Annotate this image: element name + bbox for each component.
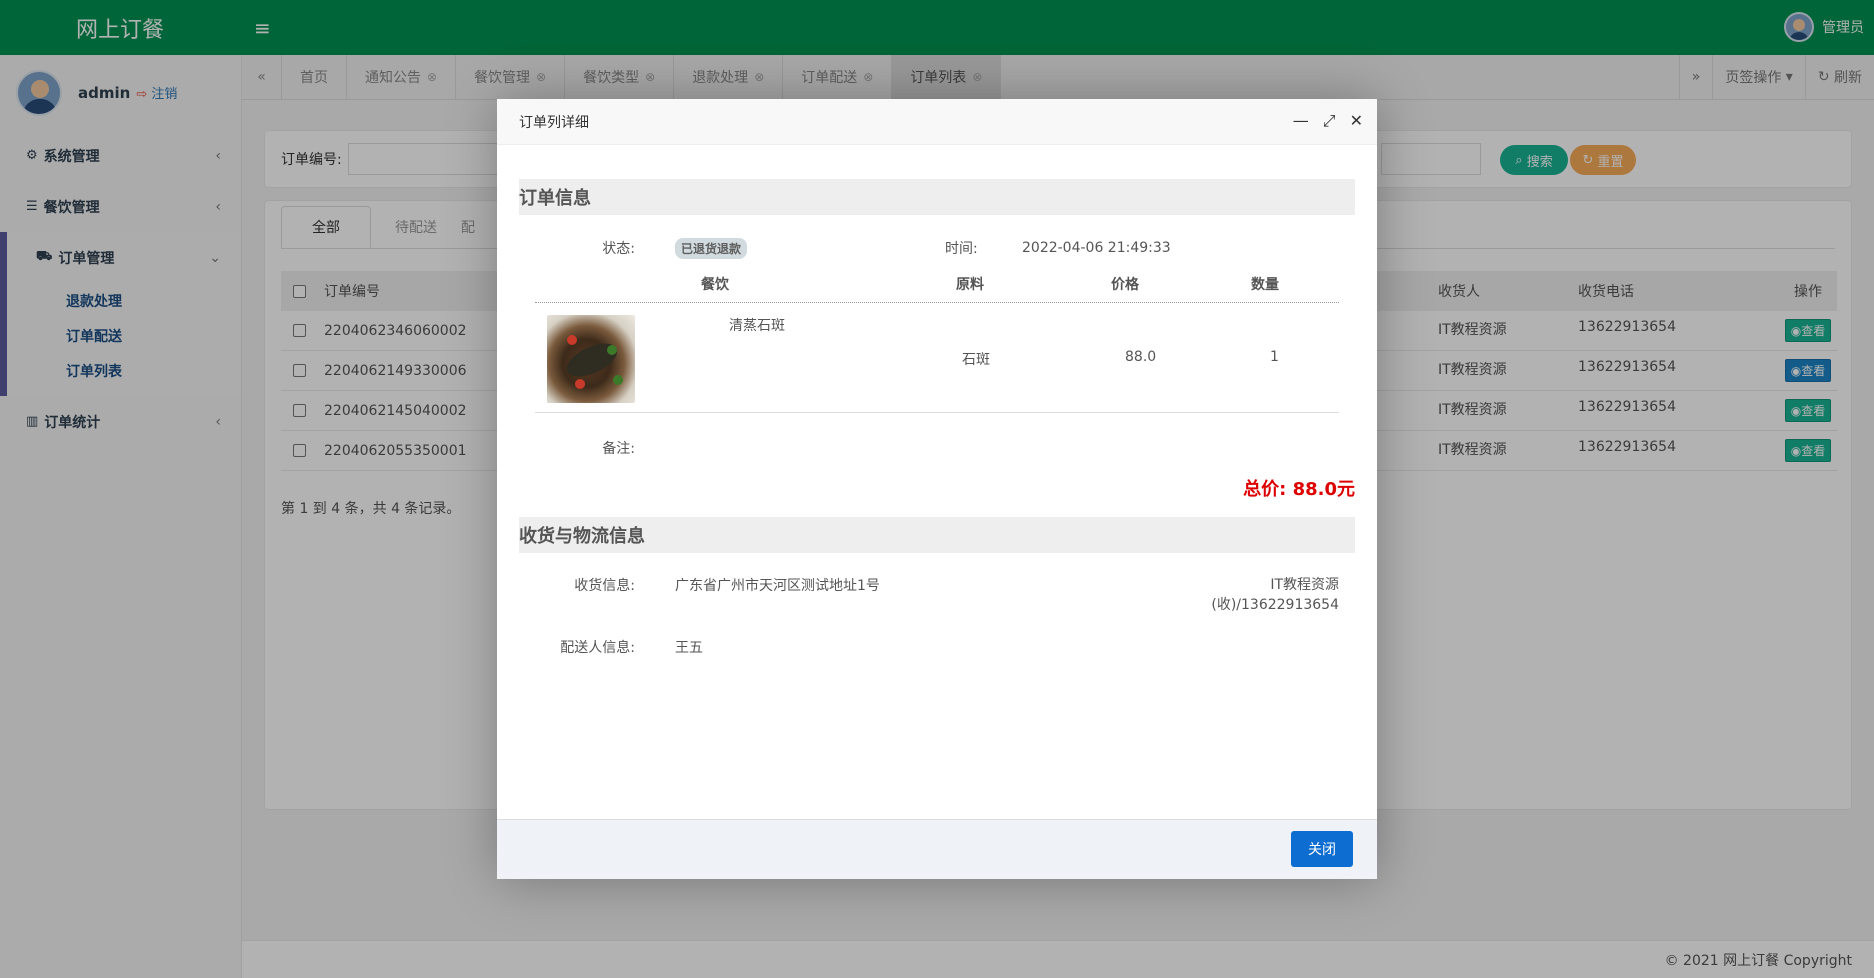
modal-body: 订单信息 状态: 已退货退款 时间: 2022-04-06 21:49:33 餐… (519, 179, 1355, 673)
modal-header: 订单列详细 — ⤢ ✕ (497, 99, 1377, 145)
food-qty: 1 (1270, 349, 1279, 365)
col-food: 餐饮 (701, 276, 729, 293)
dish-row: 清蒸石斑 石斑 88.0 1 (535, 303, 1339, 413)
courier-row: 配送人信息: 王五 (519, 613, 1355, 673)
dish-table-header: 餐饮 原料 价格 数量 (535, 265, 1339, 303)
status-row: 状态: 已退货退款 时间: 2022-04-06 21:49:33 (519, 231, 1355, 265)
col-material: 原料 (956, 276, 984, 293)
close-button[interactable]: 关闭 (1291, 831, 1353, 867)
logistics-title: 收货与物流信息 (519, 517, 1355, 553)
close-icon[interactable]: ✕ (1350, 111, 1363, 131)
receiver-name: IT教程资源 (1270, 577, 1339, 593)
minimize-icon[interactable]: — (1293, 111, 1309, 131)
maximize-icon[interactable]: ⤢ (1323, 111, 1336, 131)
total-price: 总价: 88.0元 (1243, 479, 1355, 500)
courier-name: 王五 (675, 640, 703, 656)
modal-controls: — ⤢ ✕ (1293, 111, 1363, 131)
order-info-title: 订单信息 (519, 179, 1355, 215)
dish-table: 餐饮 原料 价格 数量 清蒸石斑 石斑 88.0 1 (535, 265, 1339, 413)
receiver-phone: (收)/13622913654 (1211, 597, 1339, 613)
remark-row: 备注: (519, 431, 1355, 465)
receive-contact: IT教程资源 (收)/13622913654 (1211, 575, 1339, 615)
time-value: 2022-04-06 21:49:33 (1022, 240, 1171, 256)
food-price: 88.0 (1125, 349, 1157, 365)
col-qty: 数量 (1251, 276, 1279, 293)
modal-footer: 关闭 (497, 819, 1377, 879)
time-label: 时间: (945, 241, 978, 257)
receive-address: 广东省广州市天河区测试地址1号 (675, 578, 880, 594)
order-detail-modal: 订单列详细 — ⤢ ✕ 订单信息 状态: 已退货退款 时间: 2022-04-0… (497, 99, 1377, 879)
status-badge: 已退货退款 (675, 237, 748, 259)
col-price: 价格 (1111, 276, 1139, 293)
food-name: 清蒸石斑 (729, 318, 785, 334)
receive-info-row: 收货信息: 广东省广州市天河区测试地址1号 IT教程资源 (收)/1362291… (519, 553, 1355, 613)
status-label: 状态: (602, 241, 635, 257)
modal-title: 订单列详细 (519, 114, 589, 131)
food-image (547, 315, 635, 403)
receive-label: 收货信息: (574, 578, 635, 594)
remark-label: 备注: (602, 441, 635, 457)
food-material: 石斑 (962, 352, 990, 368)
courier-label: 配送人信息: (560, 640, 635, 656)
